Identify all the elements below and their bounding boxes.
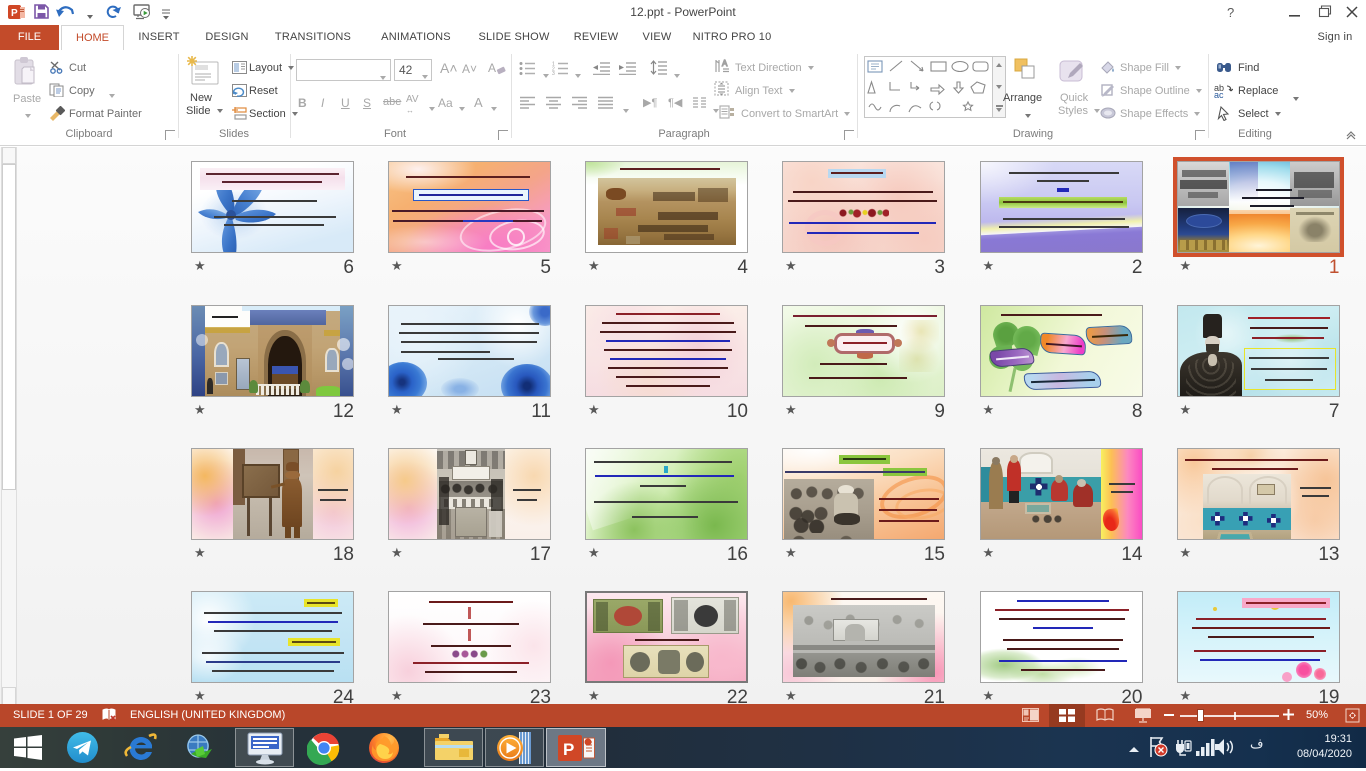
svg-text:ac: ac — [1214, 90, 1224, 98]
svg-text:A: A — [722, 59, 728, 68]
svg-text:P: P — [563, 740, 574, 759]
svg-text:P: P — [11, 8, 18, 19]
svg-text:3: 3 — [552, 71, 555, 75]
svg-text:A: A — [488, 61, 496, 75]
